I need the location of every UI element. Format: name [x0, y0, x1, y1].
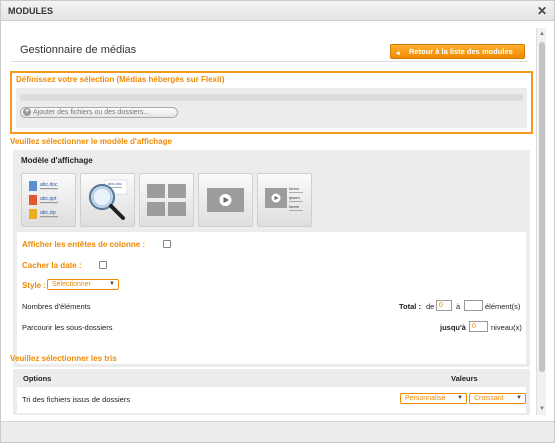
back-button-label: Retour à la liste des modules — [409, 47, 513, 56]
from-label: de — [426, 302, 435, 311]
style-select[interactable]: Sélectionner ▼ — [47, 279, 119, 290]
video-title-1: lorem — [289, 186, 300, 191]
upload-progress-bar — [20, 94, 523, 101]
display-options: Afficher les entêtes de colonne : Cacher… — [17, 232, 526, 364]
selection-title: Définissez votre sélection (Médias héber… — [16, 75, 225, 84]
sort-type-value: Personnalisé — [405, 395, 446, 402]
sorts-row: Tri des fichiers issus de dossiers Perso… — [17, 387, 526, 413]
video-title-2: ipsum — [289, 195, 300, 200]
sort-row-label: Tri des fichiers issus de dossiers — [22, 395, 131, 404]
content-area: Gestionnaire de médias ◂ Retour à la lis… — [7, 28, 533, 415]
display-section-title: Veuillez sélectionner le modèle d'affich… — [10, 137, 172, 146]
template-video-list[interactable]: lorem ipsum lorem — [257, 173, 312, 227]
scroll-up-icon[interactable]: ▲ — [538, 30, 546, 38]
magnifier-icon: abc.doc — [88, 179, 128, 220]
vertical-scrollbar[interactable]: ▲ ▼ — [536, 28, 546, 415]
hide-date-checkbox[interactable] — [99, 261, 107, 269]
template-file-list[interactable]: abc.doc abc.ppt abc.zip — [21, 173, 76, 227]
levels-unit: niveau(x) — [491, 323, 522, 332]
style-label: Style : — [22, 281, 47, 290]
sorts-section-title: Veuillez sélectionner les tris — [10, 354, 117, 363]
selection-panel: Définissez votre sélection (Médias héber… — [10, 71, 533, 134]
elements-unit: élément(s) — [485, 302, 521, 311]
window-title: MODULES — [8, 6, 53, 16]
scrollbar-thumb[interactable] — [539, 42, 545, 372]
template-video[interactable] — [198, 173, 253, 227]
display-panel: Modèle d'affichage abc.doc abc.ppt abc.z… — [13, 150, 530, 367]
plus-icon: + — [23, 108, 31, 116]
template-grid[interactable] — [139, 173, 194, 227]
sort-type-select[interactable]: Personnalisé ▼ — [400, 393, 467, 404]
file-name-3: abc.zip — [40, 210, 56, 216]
style-select-value: Sélectionner — [52, 281, 91, 288]
to-label: à — [456, 302, 461, 311]
subfolders-label: Parcourir les sous-dossiers — [22, 323, 113, 332]
show-headers-checkbox[interactable] — [163, 240, 171, 248]
up-to-label: jusqu'à — [440, 323, 466, 332]
levels-input[interactable]: 0 — [469, 321, 488, 332]
elements-count-label: Nombres d'éléments — [22, 302, 91, 311]
from-input[interactable]: 0 — [436, 300, 452, 311]
display-model-label: Modèle d'affichage — [21, 156, 93, 165]
to-input[interactable] — [464, 300, 483, 311]
sorts-panel: Options Valeurs Tri des fichiers issus d… — [13, 369, 530, 415]
chevron-down-icon: ▼ — [109, 281, 115, 287]
template-search[interactable]: abc.doc — [80, 173, 135, 227]
add-files-label: Ajouter des fichiers ou des dossiers... — [33, 109, 150, 116]
add-files-button[interactable]: + Ajouter des fichiers ou des dossiers..… — [20, 107, 178, 118]
show-headers-label: Afficher les entêtes de colonne : — [22, 240, 146, 249]
options-column-header: Options — [23, 374, 52, 383]
close-icon[interactable]: ✕ — [537, 4, 547, 18]
chevron-left-icon: ◂ — [396, 50, 400, 57]
hide-date-label: Cacher la date : — [22, 261, 82, 270]
total-label: Total : — [399, 302, 421, 311]
modules-window: MODULES ✕ Gestionnaire de médias ◂ Retou… — [0, 0, 555, 443]
selection-body: + Ajouter des fichiers ou des dossiers..… — [16, 88, 527, 128]
video-icon — [207, 188, 244, 212]
video-title-3: lorem — [289, 204, 300, 209]
chevron-down-icon: ▼ — [457, 395, 463, 401]
values-column-header: Valeurs — [451, 374, 478, 383]
preview-file-name: abc.doc — [108, 181, 122, 186]
scroll-down-icon[interactable]: ▼ — [538, 405, 546, 413]
chevron-down-icon: ▼ — [516, 395, 522, 401]
sort-order-select[interactable]: Croissant ▼ — [469, 393, 526, 404]
page-title: Gestionnaire de médias — [20, 44, 137, 56]
header-divider — [11, 61, 529, 62]
window-footer — [1, 421, 554, 442]
grid-icon — [147, 184, 186, 216]
file-name-2: abc.ppt — [40, 196, 57, 202]
sort-order-value: Croissant — [474, 395, 504, 402]
file-list-icon: abc.doc abc.ppt abc.zip — [29, 181, 58, 219]
title-bar: MODULES ✕ — [1, 1, 554, 21]
back-to-modules-button[interactable]: ◂ Retour à la liste des modules — [390, 44, 525, 59]
video-list-icon: lorem ipsum lorem — [265, 186, 303, 211]
file-name-1: abc.doc — [40, 182, 58, 188]
